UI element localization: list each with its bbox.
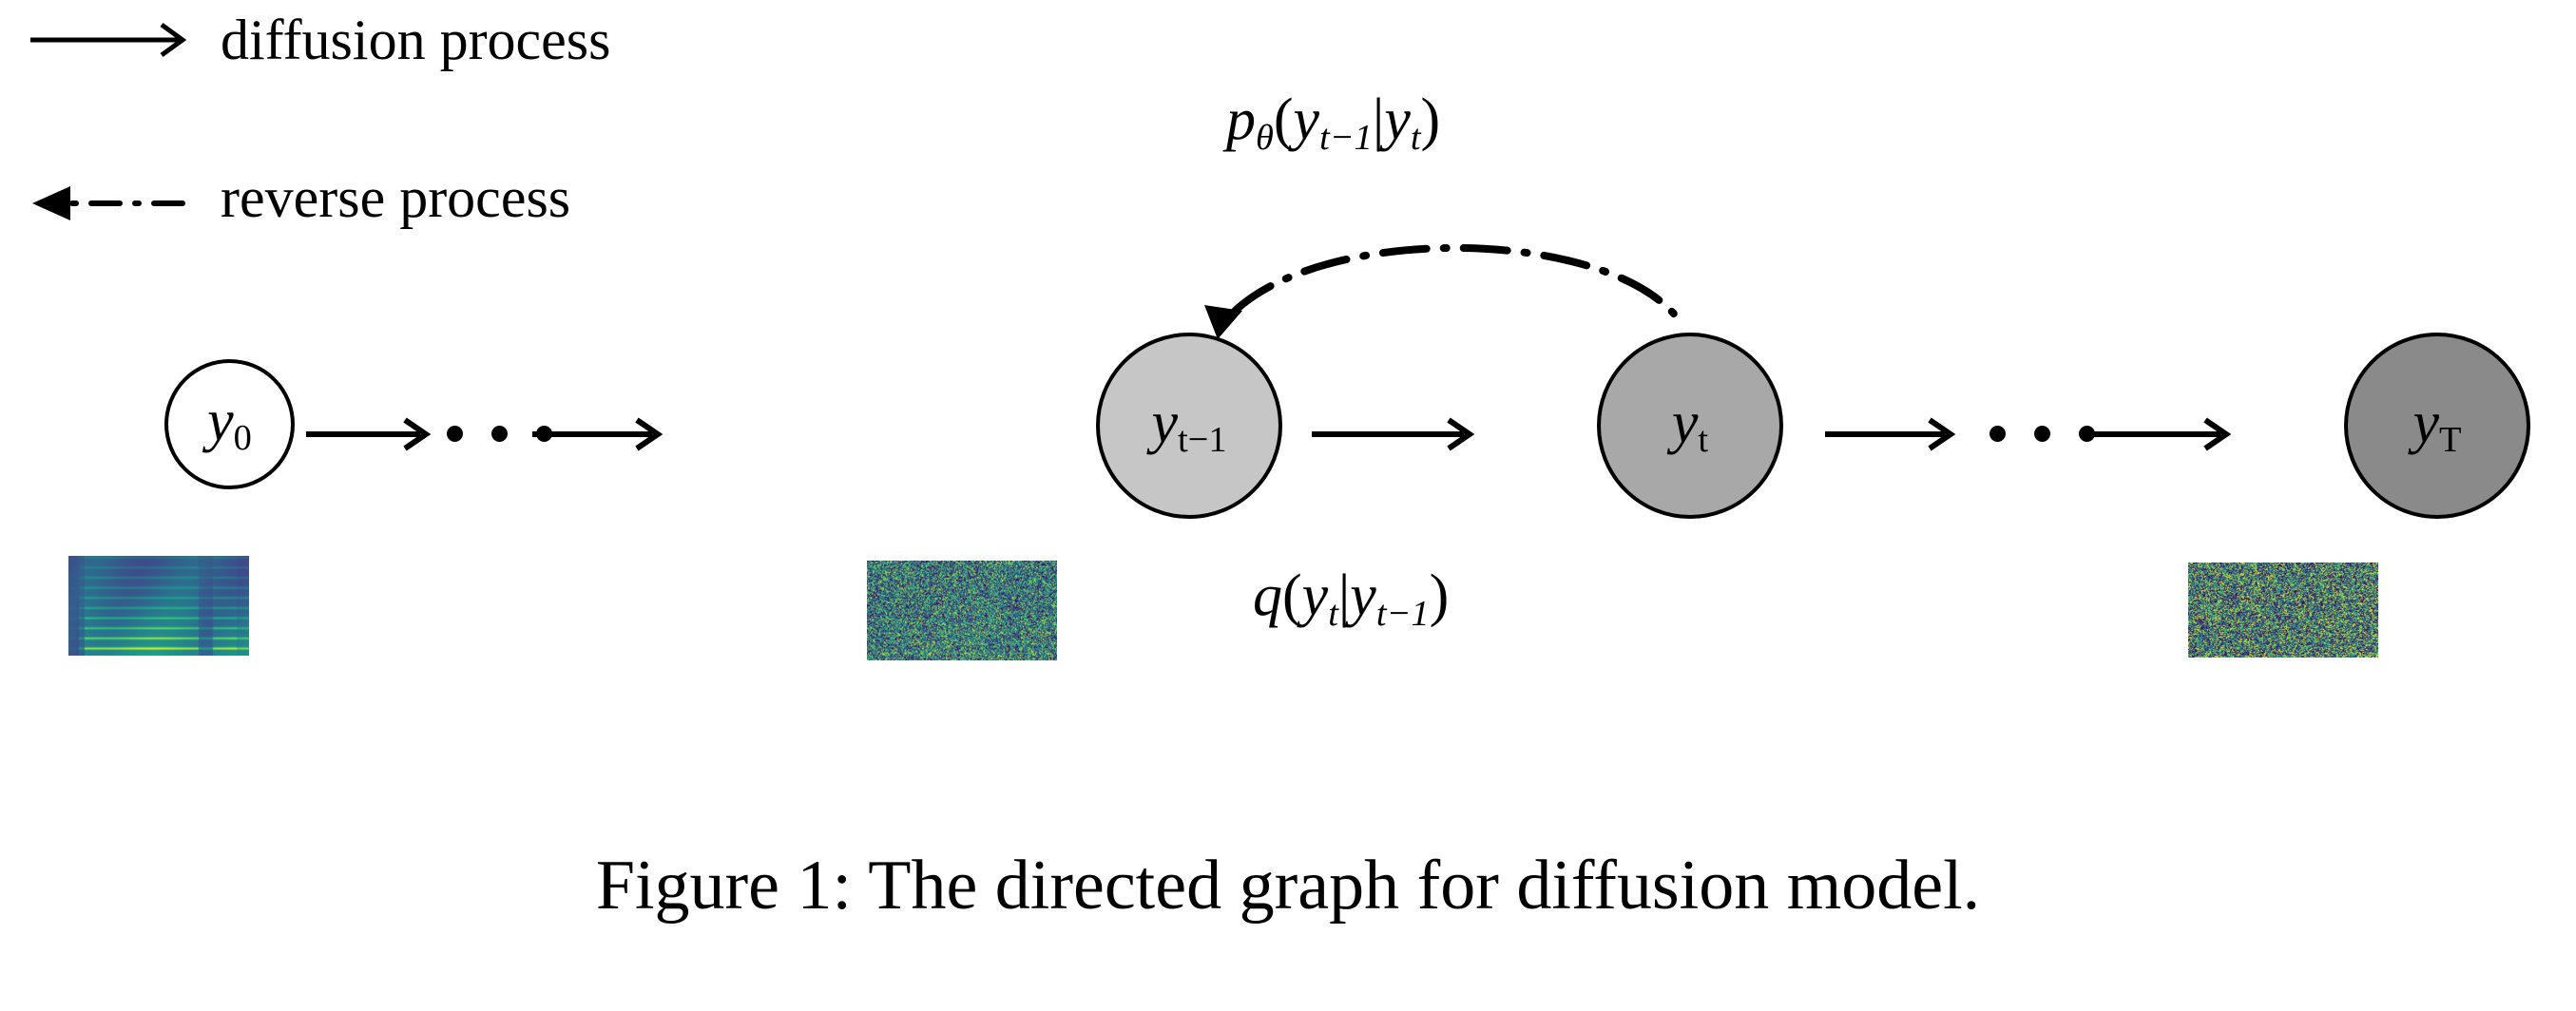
formula-reverse-target: y [1293, 87, 1320, 152]
node-sub-ytm1: t−1 [1177, 419, 1227, 460]
formula-reverse-theta: θ [1256, 117, 1274, 158]
legend-label-diffusion: diffusion process [221, 9, 611, 71]
graph-node-y0-label: y0 [207, 391, 252, 456]
edge-ellipsis2-to-yT [2082, 417, 2232, 451]
graph-node-yt-minus-1-label: yt−1 [1151, 393, 1226, 458]
spectrogram-yT [2188, 563, 2378, 658]
spectrogram-y0 [68, 556, 249, 656]
ellipsis-dot [447, 426, 463, 442]
node-var-y0: y [207, 389, 234, 454]
edge-y0-to-ellipsis1 [306, 417, 432, 451]
node-var-yt: y [1671, 390, 1699, 455]
legend-item-reverse [27, 177, 198, 230]
graph-node-yt[interactable]: yt [1597, 333, 1783, 519]
formula-reverse-close: ) [1420, 87, 1441, 152]
solid-arrow-right-icon [30, 22, 187, 58]
graph-node-yt-label: yt [1672, 393, 1708, 458]
formula-forward-bar: | [1337, 563, 1351, 628]
edge-ellipsis1-to-ytm1 [532, 417, 663, 451]
formula-forward-fn: q [1253, 563, 1282, 628]
formula-forward-open: ( [1282, 563, 1302, 628]
graph-node-yt-minus-1[interactable]: yt−1 [1096, 333, 1282, 519]
dashdot-arrow-left-icon [32, 186, 189, 220]
legend-item-diffusion [29, 17, 200, 63]
formula-reverse-cond: y [1384, 87, 1411, 152]
formula-forward-close: ) [1429, 563, 1450, 628]
node-var-yT: y [2413, 390, 2440, 455]
legend-label-reverse: reverse process [221, 166, 571, 229]
formula-reverse-open: ( [1273, 87, 1294, 152]
ellipsis-2 [1990, 426, 2095, 442]
formula-reverse-cond-sub: t [1410, 117, 1421, 158]
formula-forward-process: q(yt|yt−1) [1253, 566, 1449, 632]
graph-node-y0[interactable]: y0 [164, 359, 295, 489]
node-sub-yT: T [2439, 419, 2462, 460]
ellipsis-dot [491, 426, 508, 442]
ellipsis-dot [1990, 426, 2006, 442]
ellipsis-dot [2034, 426, 2050, 442]
formula-forward-cond: y [1350, 563, 1376, 628]
formula-reverse-process: pθ(yt−1|yt) [1226, 90, 1440, 156]
node-sub-yt: t [1698, 419, 1709, 460]
formula-forward-target: y [1301, 563, 1329, 628]
formula-reverse-bar: | [1372, 87, 1385, 152]
node-sub-y0: 0 [233, 418, 252, 459]
formula-forward-cond-sub: t−1 [1375, 593, 1430, 634]
graph-node-yT[interactable]: yT [2344, 333, 2530, 519]
formula-reverse-fn: p [1226, 87, 1256, 152]
formula-reverse-target-sub: t−1 [1319, 117, 1373, 158]
formula-forward-target-sub: t [1328, 593, 1338, 634]
edge-yt-to-ellipsis2 [1825, 417, 1956, 451]
graph-node-yT-label: yT [2413, 393, 2461, 458]
edge-ytm1-to-yt [1312, 417, 1475, 451]
spectrogram-yt-minus-1 [867, 561, 1057, 660]
figure-caption: Figure 1: The directed graph for diffusi… [595, 847, 1981, 925]
node-var-ytm1: y [1151, 390, 1178, 455]
